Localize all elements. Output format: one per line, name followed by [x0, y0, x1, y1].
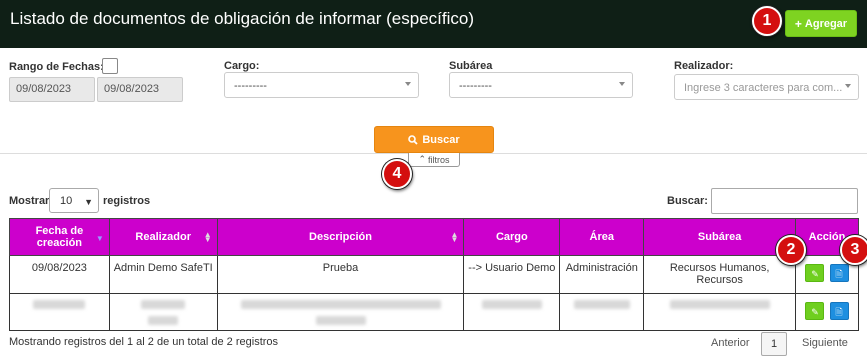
- cell-accion: ✎ 🗎: [795, 293, 859, 331]
- table-row: 09/08/2023 Admin Demo SafeTI Prueba --> …: [9, 255, 859, 294]
- pagination-page-1[interactable]: 1: [761, 332, 787, 356]
- header-bar: Listado de documentos de obligación de i…: [0, 0, 867, 48]
- plus-icon: +: [794, 16, 802, 31]
- search-icon: [408, 134, 418, 145]
- cargo-label: Cargo:: [224, 60, 260, 72]
- cell-realizador: Admin Demo SafeTI: [108, 255, 218, 294]
- chevron-down-icon: ▼: [84, 197, 93, 207]
- filters-toggle[interactable]: ⌃ filtros: [408, 153, 460, 167]
- sort-desc-icon: ▼: [95, 234, 104, 243]
- document-button[interactable]: 🗎: [829, 264, 849, 282]
- column-header-descripcion[interactable]: Descripción ▲ ▼: [216, 218, 465, 256]
- chevron-down-icon: [845, 84, 851, 88]
- column-header-cargo[interactable]: Cargo: [463, 218, 561, 256]
- cell-realizador-redacted: [108, 293, 218, 331]
- cell-fecha: 09/08/2023: [9, 255, 110, 294]
- date-range-checkbox[interactable]: [102, 58, 118, 74]
- date-to-input[interactable]: 09/08/2023: [97, 77, 183, 102]
- records-label: registros: [103, 195, 151, 207]
- table-row: ✎ 🗎: [9, 293, 859, 331]
- add-button-label: Agregar: [804, 17, 848, 30]
- filters-toggle-label: filtros: [428, 154, 450, 165]
- annotation-badge-2: 2: [776, 235, 806, 265]
- edit-button[interactable]: ✎: [805, 302, 825, 320]
- table-info: Mostrando registros del 1 al 2 de un tot…: [9, 336, 279, 348]
- date-range-label: Rango de Fechas:: [9, 61, 104, 73]
- column-header-area[interactable]: Área: [559, 218, 645, 256]
- realizador-select[interactable]: Ingrese 3 caracteres para com...: [674, 74, 859, 100]
- cargo-select-value: ---------: [234, 80, 267, 92]
- add-button[interactable]: + Agregar: [785, 10, 857, 37]
- cell-descripcion-redacted: [216, 293, 465, 331]
- column-header-subarea[interactable]: Subárea: [643, 218, 797, 256]
- documents-table: Fecha de creación ▼ Realizador ▲ ▼ Descri…: [9, 218, 859, 331]
- annotation-badge-1: 1: [752, 6, 782, 36]
- page-length-value: 10: [60, 195, 73, 207]
- subarea-select[interactable]: ---------: [449, 72, 633, 98]
- sort-icon: ▲ ▼: [203, 230, 212, 244]
- document-button[interactable]: 🗎: [829, 302, 849, 320]
- cell-subarea: Recursos Humanos, Recursos: [643, 255, 797, 294]
- subarea-label: Subárea: [449, 60, 493, 72]
- pagination-next[interactable]: Siguiente: [802, 337, 848, 349]
- column-header-fecha[interactable]: Fecha de creación ▼: [9, 218, 110, 256]
- annotation-badge-3: 3: [840, 235, 867, 265]
- cell-fecha-redacted: [9, 293, 110, 331]
- cell-descripcion: Prueba: [216, 255, 465, 294]
- column-header-realizador[interactable]: Realizador ▲ ▼: [108, 218, 218, 256]
- chevron-up-icon: ⌃: [418, 154, 427, 164]
- search-button-label: Buscar: [422, 133, 460, 146]
- cell-area: Administración: [559, 255, 645, 294]
- sort-icon: ▲ ▼: [450, 230, 459, 244]
- cell-subarea-redacted: [643, 293, 797, 331]
- cell-cargo: --> Usuario Demo: [463, 255, 561, 294]
- chevron-down-icon: [405, 82, 411, 86]
- subarea-select-value: ---------: [459, 80, 492, 92]
- realizador-label: Realizador:: [674, 60, 734, 72]
- page-title: Listado de documentos de obligación de i…: [10, 9, 474, 28]
- table-search-input[interactable]: [711, 188, 858, 214]
- search-button[interactable]: Buscar: [374, 126, 494, 153]
- table-search-label: Buscar:: [667, 195, 708, 207]
- cell-area-redacted: [559, 293, 645, 331]
- page-length-select[interactable]: 10 ▼: [49, 188, 99, 213]
- pagination-prev[interactable]: Anterior: [711, 337, 750, 349]
- cell-cargo-redacted: [463, 293, 561, 331]
- annotation-badge-4: 4: [382, 159, 412, 189]
- realizador-placeholder: Ingrese 3 caracteres para com...: [684, 82, 843, 94]
- cargo-select[interactable]: ---------: [224, 72, 419, 98]
- show-entries-label: Mostrar: [9, 195, 50, 207]
- date-from-input[interactable]: 09/08/2023: [9, 77, 95, 102]
- edit-button[interactable]: ✎: [805, 264, 825, 282]
- chevron-down-icon: [619, 82, 625, 86]
